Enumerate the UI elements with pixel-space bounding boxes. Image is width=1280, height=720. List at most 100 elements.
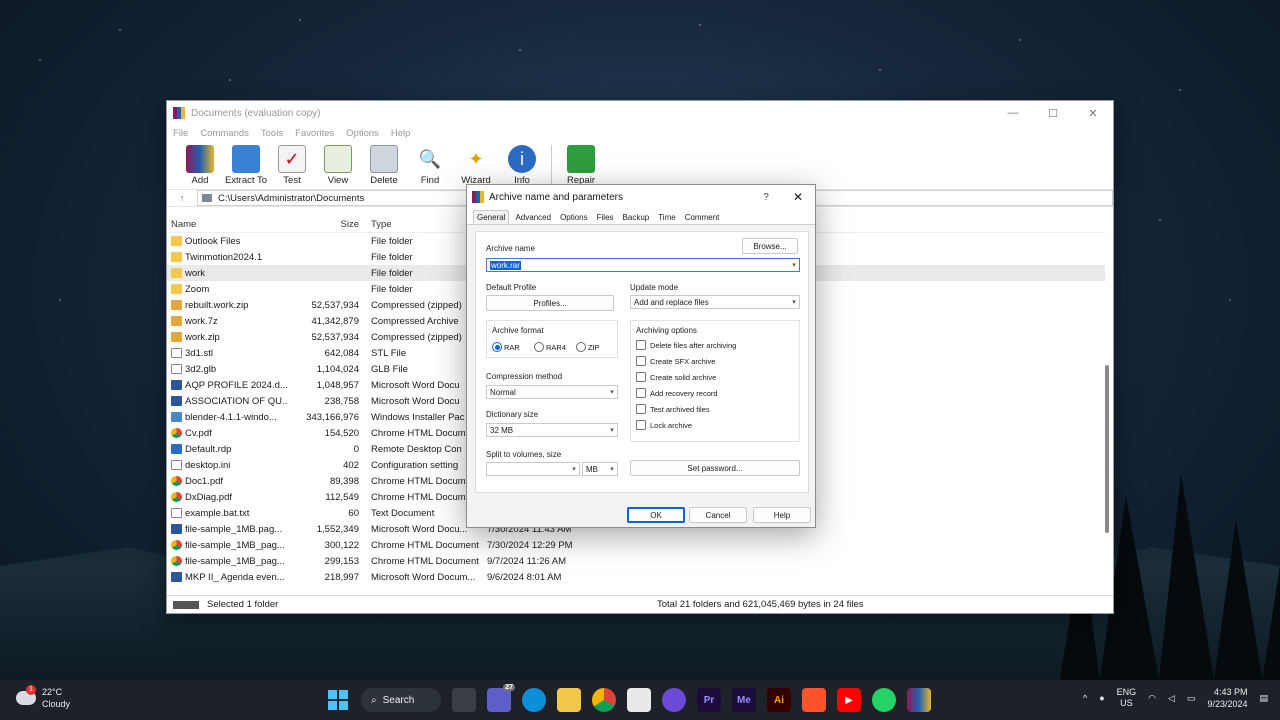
file-name: work.zip xyxy=(167,332,287,343)
teams-icon[interactable]: 27 xyxy=(487,684,515,712)
extract-to-button[interactable]: Extract To xyxy=(223,141,269,186)
split-unit-select[interactable]: MB ▾ xyxy=(582,462,618,476)
illustrator-icon[interactable]: Ai xyxy=(767,688,791,712)
set-password-button[interactable]: Set password... xyxy=(630,460,800,476)
profiles-button[interactable]: Profiles... xyxy=(486,295,614,311)
file-row[interactable]: file-sample_1MB_pag... 299,153 Chrome HTML… xyxy=(167,553,1105,569)
tab-backup[interactable]: Backup xyxy=(620,211,653,224)
dialog-close-button[interactable]: ✕ xyxy=(781,190,815,204)
add-button[interactable]: Add xyxy=(177,141,223,186)
tab-options[interactable]: Options xyxy=(557,211,591,224)
tab-advanced[interactable]: Advanced xyxy=(512,211,554,224)
youtube-icon[interactable]: ▶ xyxy=(837,688,861,712)
up-arrow-icon[interactable]: ↑ xyxy=(167,193,197,203)
store-icon[interactable] xyxy=(627,688,651,712)
dictionary-size-value: 32 MB xyxy=(490,425,514,435)
rdp-icon xyxy=(171,444,182,454)
file-icon xyxy=(171,460,182,470)
menu-help[interactable]: Help xyxy=(391,128,411,139)
dictionary-size-select[interactable]: 32 MB ▾ xyxy=(486,423,618,437)
scrollbar-thumb[interactable] xyxy=(1105,365,1109,533)
winrar-icon xyxy=(472,191,484,203)
window-titlebar[interactable]: Documents (evaluation copy) — ☐ ✕ xyxy=(167,101,1113,125)
tab-time[interactable]: Time xyxy=(655,211,678,224)
format-zip-radio[interactable]: ZIP xyxy=(576,342,600,352)
media-encoder-icon[interactable]: Me xyxy=(732,688,756,712)
split-size-input[interactable]: ▾ xyxy=(486,462,580,476)
compression-method-select[interactable]: Normal ▾ xyxy=(486,385,618,399)
menu-options[interactable]: Options xyxy=(346,128,379,139)
option-checkbox[interactable]: Add recovery record xyxy=(636,388,718,398)
maximize-button[interactable]: ☐ xyxy=(1033,107,1073,120)
start-button[interactable] xyxy=(326,688,350,712)
brave-icon[interactable] xyxy=(802,688,826,712)
wifi-icon[interactable]: ◠ xyxy=(1148,693,1156,704)
task-view-icon[interactable] xyxy=(452,688,476,712)
browse-button[interactable]: Browse... xyxy=(742,238,798,254)
file-explorer-icon[interactable] xyxy=(557,688,581,712)
microphone-icon[interactable]: ● xyxy=(1099,693,1104,703)
option-checkbox[interactable]: Delete files after archiving xyxy=(636,340,736,350)
whatsapp-icon[interactable] xyxy=(872,688,896,712)
file-row[interactable]: file-sample_1MB_pag... 300,122 Chrome HTML… xyxy=(167,537,1105,553)
dialog-titlebar[interactable]: Archive name and parameters ? ✕ xyxy=(467,185,815,209)
menu-tools[interactable]: Tools xyxy=(261,128,283,139)
chrome-icon[interactable] xyxy=(592,688,616,712)
archive-name-input[interactable]: work.rar ▾ xyxy=(486,258,800,272)
compression-method-label: Compression method xyxy=(486,372,563,381)
find-button[interactable]: 🔍 Find xyxy=(407,141,453,187)
winrar-icon[interactable] xyxy=(907,688,931,712)
column-size[interactable]: Size xyxy=(287,219,365,230)
tab-general[interactable]: General xyxy=(473,210,510,224)
tab-files[interactable]: Files xyxy=(594,211,617,224)
clock[interactable]: 4:43 PM 9/23/2024 xyxy=(1207,686,1247,710)
chevron-down-icon[interactable]: ▾ xyxy=(789,261,799,269)
format-rar-radio[interactable]: RAR xyxy=(492,342,520,352)
file-modified: 7/30/2024 12:29 PM xyxy=(487,539,573,551)
menu-file[interactable]: File xyxy=(173,128,188,139)
file-type: GLB File xyxy=(371,363,408,375)
test-button[interactable]: ✓ Test xyxy=(269,141,315,186)
file-type: Compressed (zipped) xyxy=(371,299,462,311)
file-type: Chrome HTML Document xyxy=(371,539,479,551)
option-checkbox[interactable]: Create SFX archive xyxy=(636,356,715,366)
toolbar-separator xyxy=(551,145,552,185)
ok-button[interactable]: OK xyxy=(627,507,685,523)
update-mode-select[interactable]: Add and replace files ▾ xyxy=(630,295,800,309)
wizard-button[interactable]: ✦ Wizard xyxy=(453,141,499,187)
copilot-icon[interactable] xyxy=(662,688,686,712)
view-button[interactable]: View xyxy=(315,141,361,186)
search-box[interactable]: ⌕ Search xyxy=(361,688,441,712)
vertical-scrollbar[interactable] xyxy=(1103,241,1111,611)
option-checkbox[interactable]: Test archived files xyxy=(636,404,710,414)
option-checkbox[interactable]: Lock archive xyxy=(636,420,692,430)
column-name[interactable]: Name xyxy=(167,219,287,230)
menu-commands[interactable]: Commands xyxy=(200,128,249,139)
volume-icon[interactable]: ◁ xyxy=(1168,693,1175,704)
help-button[interactable]: Help xyxy=(753,507,811,523)
drive-status-icon xyxy=(173,600,199,609)
file-row[interactable]: MKP II_ Agenda even... 218,997 Microsoft W… xyxy=(167,569,1105,585)
chevron-up-icon[interactable]: ^ xyxy=(1083,693,1087,703)
format-rar4-radio[interactable]: RAR4 xyxy=(534,342,566,352)
close-button[interactable]: ✕ xyxy=(1073,107,1113,120)
tab-comment[interactable]: Comment xyxy=(682,211,723,224)
status-total: Total 21 folders and 621,045,469 bytes i… xyxy=(657,599,864,610)
premiere-icon[interactable]: Pr xyxy=(697,688,721,712)
notification-icon[interactable]: ▤ xyxy=(1259,693,1268,704)
language-indicator[interactable]: ENG US xyxy=(1117,687,1137,709)
repair-button[interactable]: Repair xyxy=(558,141,604,186)
edge-icon[interactable] xyxy=(522,688,546,712)
minimize-button[interactable]: — xyxy=(993,107,1033,120)
delete-button[interactable]: Delete xyxy=(361,141,407,186)
cancel-button[interactable]: Cancel xyxy=(689,507,747,523)
help-question-button[interactable]: ? xyxy=(751,192,781,203)
msi-icon xyxy=(171,412,182,422)
search-icon: ⌕ xyxy=(371,694,377,706)
column-type[interactable]: Type xyxy=(365,219,481,230)
info-button[interactable]: i Info xyxy=(499,141,545,186)
battery-icon[interactable]: ▭ xyxy=(1187,693,1196,704)
menu-favorites[interactable]: Favorites xyxy=(295,128,334,139)
option-checkbox[interactable]: Create solid archive xyxy=(636,372,716,382)
weather-widget[interactable]: 1 22°C Cloudy xyxy=(16,685,70,710)
